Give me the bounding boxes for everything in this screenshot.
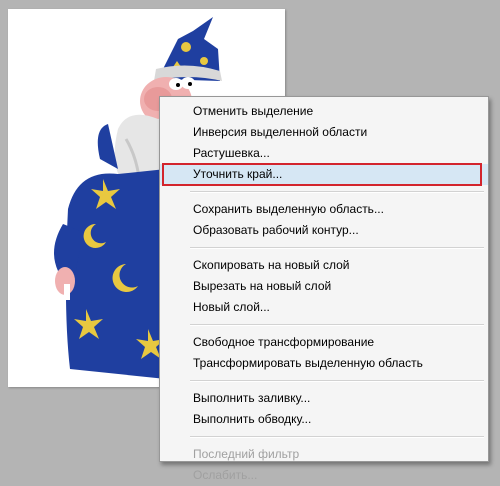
menu-item[interactable]: Свободное трансформирование (160, 332, 488, 353)
menu-item[interactable]: Образовать рабочий контур... (160, 220, 488, 241)
menu-separator (190, 191, 484, 193)
menu-item: Последний фильтр (193, 447, 300, 461)
menu-item: Ослабить... (193, 468, 258, 482)
menu-item[interactable]: Сохранить выделенную область... (160, 199, 488, 220)
menu-item[interactable]: Уточнить край... (160, 163, 488, 186)
menu-item[interactable]: Трансформировать выделенную область (160, 353, 488, 374)
menu-item[interactable]: Вырезать на новый слой (160, 276, 488, 297)
menu-item[interactable]: Выполнить обводку... (160, 409, 488, 430)
context-menu: Отменить выделение Инверсия выделенной об… (159, 96, 489, 482)
menu-item[interactable]: Скопировать на новый слой (160, 255, 488, 276)
menu-item[interactable]: Новый слой... (160, 297, 488, 318)
menu-separator (190, 380, 484, 382)
menu-item[interactable]: Растушевка... (160, 143, 488, 164)
menu-separator (190, 436, 484, 438)
menu-separator (190, 247, 484, 249)
menu-item[interactable]: Инверсия выделенной области (160, 122, 488, 143)
menu-separator (190, 324, 484, 326)
menu-item[interactable]: Отменить выделение (160, 101, 488, 122)
menu-item[interactable]: Выполнить заливку... (160, 388, 488, 409)
